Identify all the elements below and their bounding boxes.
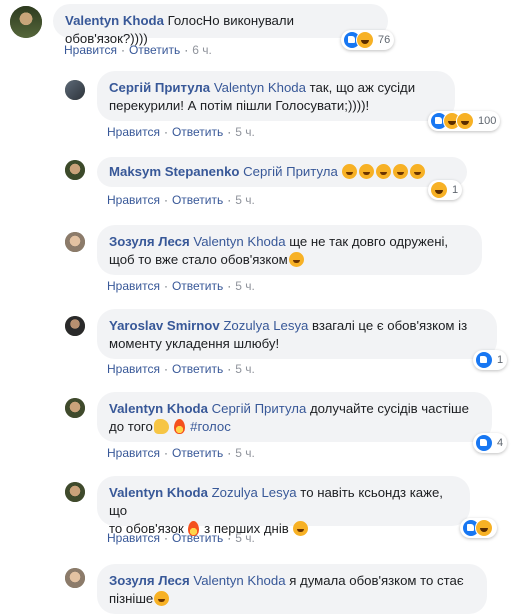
reaction-count: 76 bbox=[378, 34, 391, 46]
comment-actions: Нравится · Ответить · 5 ч. bbox=[107, 446, 255, 460]
like-icon bbox=[475, 434, 493, 452]
rofl-emoji bbox=[359, 164, 375, 179]
reaction-count: 1 bbox=[497, 354, 504, 366]
mention-link[interactable]: Valentyn Khoda bbox=[193, 234, 285, 249]
comment-author[interactable]: Valentyn Khoda bbox=[109, 401, 208, 416]
avatar[interactable] bbox=[65, 482, 85, 502]
reaction-count: 100 bbox=[478, 115, 497, 127]
like-button[interactable]: Нравится bbox=[107, 125, 160, 139]
timestamp[interactable]: 5 ч. bbox=[235, 362, 255, 376]
reaction-count: 4 bbox=[497, 437, 504, 449]
comment-text: моменту укладення шлюбу! bbox=[109, 336, 280, 351]
hashtag-link[interactable]: #голос bbox=[190, 419, 231, 434]
like-button[interactable]: Нравится bbox=[107, 446, 160, 460]
haha-icon bbox=[475, 519, 493, 537]
reply-button[interactable]: Ответить bbox=[172, 125, 223, 139]
rofl-emoji bbox=[376, 164, 392, 179]
avatar[interactable] bbox=[65, 316, 85, 336]
avatar[interactable] bbox=[65, 160, 85, 180]
comment-text: щоб то вже стало обов'язком bbox=[109, 252, 288, 267]
reply-button[interactable]: Ответить bbox=[172, 446, 223, 460]
reactions-summary[interactable]: 100 bbox=[428, 111, 501, 131]
rofl-emoji bbox=[342, 164, 358, 179]
avatar[interactable] bbox=[10, 6, 42, 38]
mention-link[interactable]: Zozulya Lesya bbox=[223, 318, 308, 333]
reactions-summary[interactable]: 76 bbox=[341, 30, 395, 50]
mention-link[interactable]: Valentyn Khoda bbox=[214, 80, 306, 95]
comment-bubble: Сергій Притула Valentyn Khoda так, що аж… bbox=[97, 71, 455, 121]
avatar[interactable] bbox=[65, 80, 85, 100]
comment-author[interactable]: Сергій Притула bbox=[109, 80, 210, 95]
mention-link[interactable]: Сергій Притула bbox=[212, 401, 307, 416]
avatar[interactable] bbox=[65, 232, 85, 252]
comment-actions: Нравится · Ответить · 5 ч. bbox=[107, 193, 255, 207]
comment-text: перекурили! А потім пішли Голосувати;)))… bbox=[109, 98, 370, 113]
wink-emoji bbox=[288, 252, 304, 267]
comment-text: ще не так довго одружені, bbox=[285, 234, 449, 249]
rofl-emoji bbox=[393, 164, 409, 179]
comment-text: пізніше bbox=[109, 591, 154, 606]
reply-button[interactable]: Ответить bbox=[172, 279, 223, 293]
mention-link[interactable]: Zozulya Lesya bbox=[212, 485, 297, 500]
timestamp[interactable]: 6 ч. bbox=[192, 43, 212, 57]
rofl-emoji bbox=[410, 164, 426, 179]
comment-bubble: Зозуля Леся Valentyn Khoda ще не так дов… bbox=[97, 225, 482, 275]
reaction-count: 1 bbox=[452, 184, 459, 196]
avatar[interactable] bbox=[65, 398, 85, 418]
comment-bubble: Зозуля Леся Valentyn Khoda я думала обов… bbox=[97, 564, 487, 614]
timestamp[interactable]: 5 ч. bbox=[235, 125, 255, 139]
comment-author[interactable]: Valentyn Khoda bbox=[65, 13, 164, 28]
comment-text: долучайте сусідів частіше bbox=[306, 401, 469, 416]
comment-author[interactable]: Maksym Stepanenko bbox=[109, 164, 239, 179]
reply-button[interactable]: Ответить bbox=[172, 193, 223, 207]
timestamp[interactable]: 5 ч. bbox=[235, 193, 255, 207]
comment-text: взагалі це є обов'язком із bbox=[308, 318, 468, 333]
haha-icon bbox=[356, 31, 374, 49]
comment-actions: Нравится · Ответить · 5 ч. bbox=[107, 279, 255, 293]
comment-bubble: Valentyn Khoda Zozulya Lesya то навіть к… bbox=[97, 476, 470, 536]
comment-author[interactable]: Valentyn Khoda bbox=[109, 485, 208, 500]
timestamp[interactable]: 5 ч. bbox=[235, 531, 255, 545]
reactions-summary[interactable] bbox=[460, 518, 497, 538]
comment-bubble: Valentyn Khoda ГолосНо виконували обов'я… bbox=[53, 4, 388, 46]
timestamp[interactable]: 5 ч. bbox=[235, 446, 255, 460]
comment-text: я думала обов'язком то стає bbox=[285, 573, 464, 588]
reactions-summary[interactable]: 4 bbox=[473, 433, 508, 453]
laughing-icon bbox=[456, 112, 474, 130]
reply-button[interactable]: Ответить bbox=[129, 43, 180, 57]
comment-author[interactable]: Зозуля Леся bbox=[109, 573, 190, 588]
muscle-emoji bbox=[153, 419, 169, 434]
comment-bubble: Maksym Stepanenko Сергій Притула bbox=[97, 157, 467, 187]
comment-actions: Нравится · Ответить · 5 ч. bbox=[107, 531, 255, 545]
mention-link[interactable]: Сергій Притула bbox=[243, 164, 338, 179]
like-button[interactable]: Нравится bbox=[107, 279, 160, 293]
laughing-emoji bbox=[293, 521, 309, 536]
haha-icon bbox=[430, 181, 448, 199]
mention-link[interactable]: Valentyn Khoda bbox=[193, 573, 285, 588]
reply-button[interactable]: Ответить bbox=[172, 531, 223, 545]
comment-author[interactable]: Зозуля Леся bbox=[109, 234, 190, 249]
timestamp[interactable]: 5 ч. bbox=[235, 279, 255, 293]
comment-text: так, що аж сусіди bbox=[305, 80, 416, 95]
comment-actions: Нравится · Ответить · 5 ч. bbox=[107, 362, 255, 376]
comment-bubble: Yaroslav Smirnov Zozulya Lesya взагалі ц… bbox=[97, 309, 497, 359]
grin-emoji bbox=[154, 591, 170, 606]
reactions-summary[interactable]: 1 bbox=[473, 350, 508, 370]
fire-emoji bbox=[174, 419, 186, 434]
like-button[interactable]: Нравится bbox=[107, 193, 160, 207]
comment-actions: Нравится · Ответить · 6 ч. bbox=[64, 43, 212, 57]
comment-author[interactable]: Yaroslav Smirnov bbox=[109, 318, 220, 333]
like-button[interactable]: Нравится bbox=[107, 362, 160, 376]
avatar[interactable] bbox=[65, 568, 85, 588]
like-button[interactable]: Нравится bbox=[107, 531, 160, 545]
comment-bubble: Valentyn Khoda Сергій Притула долучайте … bbox=[97, 392, 492, 442]
reactions-summary[interactable]: 1 bbox=[428, 180, 463, 200]
comment-actions: Нравится · Ответить · 5 ч. bbox=[107, 125, 255, 139]
like-icon bbox=[475, 351, 493, 369]
reply-button[interactable]: Ответить bbox=[172, 362, 223, 376]
comment-text: до того bbox=[109, 419, 153, 434]
like-button[interactable]: Нравится bbox=[64, 43, 117, 57]
